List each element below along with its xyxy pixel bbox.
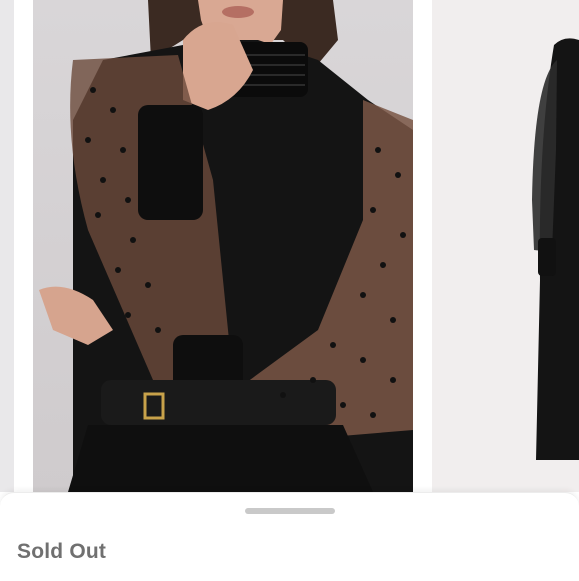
image-carousel[interactable]: [0, 0, 579, 492]
bottom-sheet[interactable]: Sold Out: [0, 492, 579, 581]
drag-handle[interactable]: [245, 508, 335, 514]
product-photo: [39, 0, 413, 492]
carousel-slide-next[interactable]: [432, 0, 579, 492]
dress-photo: [532, 38, 579, 460]
carousel-slide-previous[interactable]: [0, 0, 14, 492]
sold-out-label: Sold Out: [17, 540, 107, 563]
carousel-slide-main[interactable]: [33, 0, 413, 492]
